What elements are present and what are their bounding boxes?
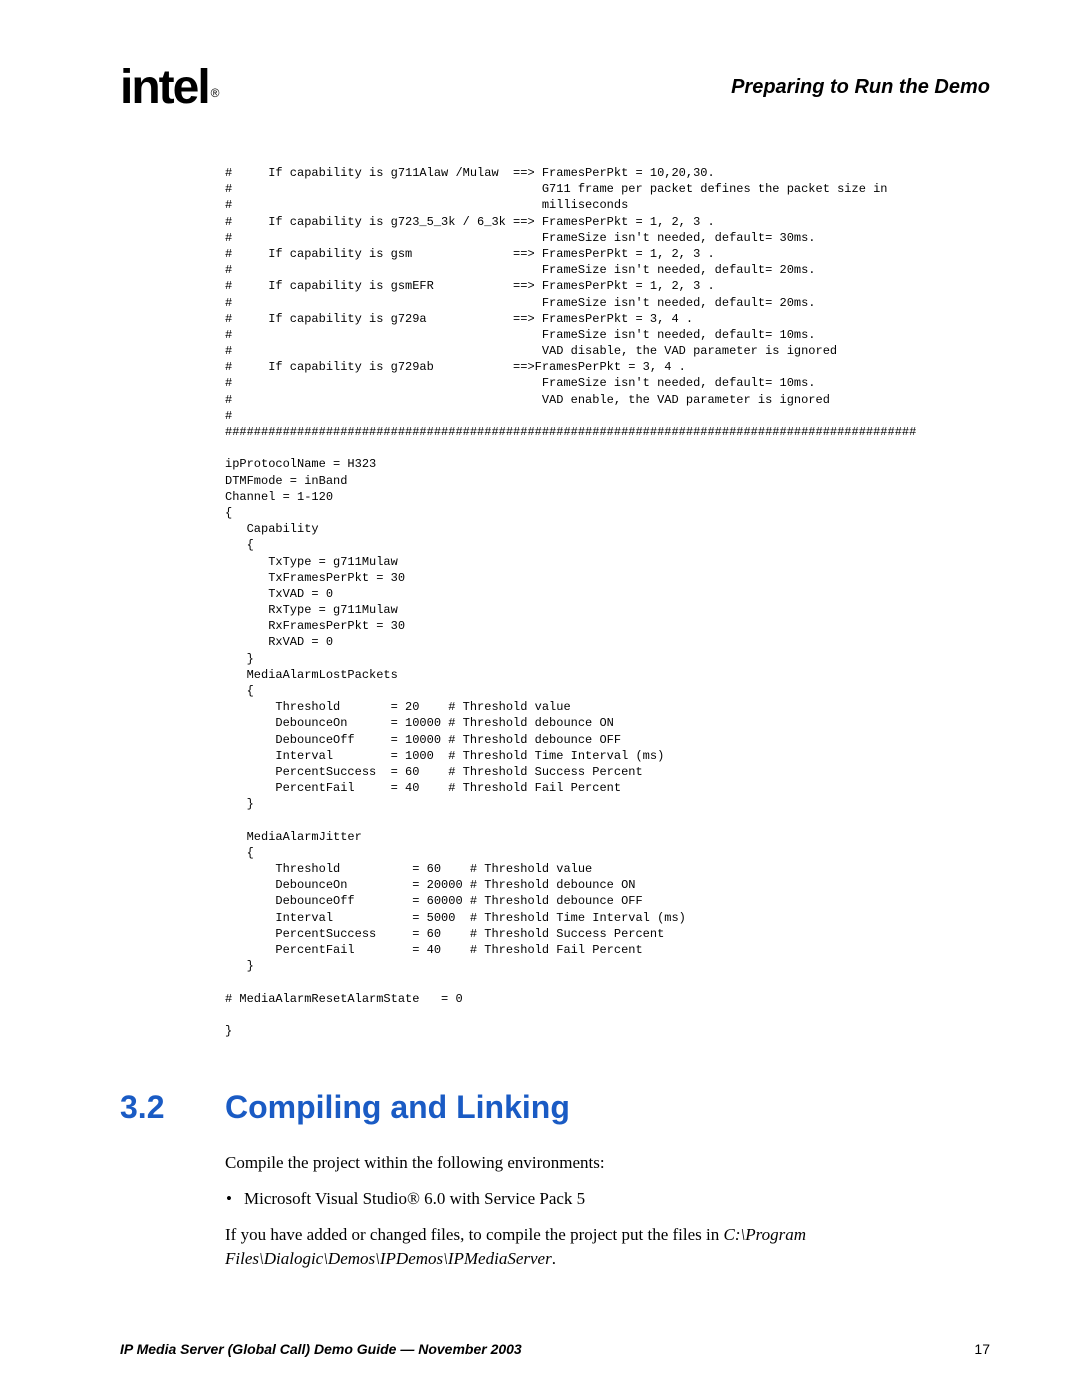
intel-logo: intel® [120, 60, 218, 115]
section-title: Compiling and Linking [225, 1089, 570, 1126]
section-heading-row: 3.2 Compiling and Linking [120, 1089, 990, 1126]
logo-text: intel [120, 61, 209, 114]
para-filepath-a: If you have added or changed files, to c… [225, 1225, 724, 1244]
bullet-vs6: Microsoft Visual Studio® 6.0 with Servic… [244, 1187, 990, 1211]
para-filepath-c: . [552, 1249, 556, 1268]
config-code-block: # If capability is g711Alaw /Mulaw ==> F… [225, 165, 990, 1039]
running-head: Preparing to Run the Demo [731, 76, 990, 99]
para-filepath: If you have added or changed files, to c… [225, 1223, 990, 1271]
section-number: 3.2 [120, 1089, 225, 1126]
page-footer: IP Media Server (Global Call) Demo Guide… [120, 1341, 990, 1357]
footer-page-number: 17 [974, 1341, 990, 1357]
page: intel® Preparing to Run the Demo # If ca… [0, 0, 1080, 1397]
page-header: intel® Preparing to Run the Demo [120, 60, 990, 115]
footer-left: IP Media Server (Global Call) Demo Guide… [120, 1341, 522, 1357]
para-environments: Compile the project within the following… [225, 1151, 990, 1175]
registered-mark: ® [211, 86, 218, 100]
